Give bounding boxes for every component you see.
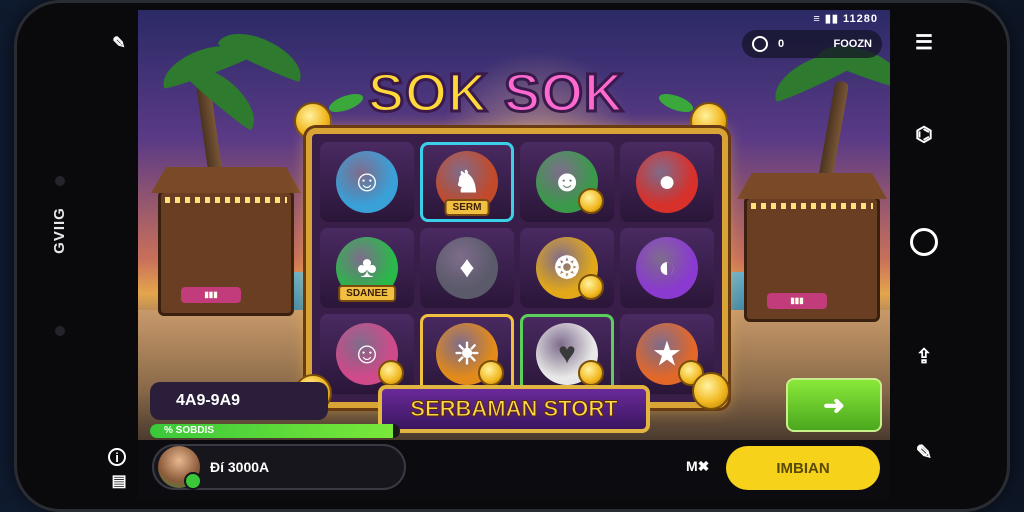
top-pill[interactable]: 0 FOOZN (742, 30, 882, 58)
reel-cell: ♣ SDANEE (320, 228, 414, 308)
reel-cell: ❂ (520, 228, 614, 308)
bezel-brand: GVIIG (50, 207, 68, 254)
list-icon[interactable]: ▤ (108, 470, 130, 492)
coin-icon (578, 188, 604, 214)
reel-symbol: ◐ (636, 237, 698, 299)
edit-icon[interactable]: ✎ (910, 438, 938, 466)
clock: 11280 (843, 13, 878, 25)
upload-icon[interactable]: ⇪ (910, 342, 938, 370)
title-right: SOK (503, 62, 625, 125)
sensor-dot (55, 326, 65, 336)
hut-sign: ▮▮▮ (181, 287, 241, 303)
camera-dot (55, 176, 65, 186)
player-card[interactable]: Ðí 3000A (152, 444, 406, 490)
reel-cell: ☀ (420, 314, 514, 394)
signal-icon: ≡ ▮▮ (813, 13, 839, 25)
menu-icon[interactable]: ☰ (910, 28, 938, 56)
reel-cell: ● (620, 142, 714, 222)
avatar[interactable] (158, 446, 202, 490)
bottom-label: M✖ (686, 458, 710, 474)
bottom-bar: Ðí 3000A M✖ IMBIAN (138, 440, 890, 500)
coin-icon (378, 360, 404, 386)
coin-icon (478, 360, 504, 386)
reel-cell: ♞ SERM (420, 142, 514, 222)
status-bar: ≡ ▮▮ 11280 (813, 12, 878, 25)
coin-decoration (692, 372, 730, 410)
reel-cell: ☻ (520, 142, 614, 222)
player-name: Ðí 3000A (210, 459, 270, 475)
right-toolbar: ☰ ⌬ ⇪ ✎ (900, 20, 950, 500)
pill-label: FOOZN (833, 38, 873, 50)
reel-symbol: ● (636, 151, 698, 213)
record-icon[interactable] (910, 228, 938, 256)
balance-display: 4A9-9A9 (150, 382, 328, 420)
coin-icon (578, 360, 604, 386)
level-badge (184, 472, 202, 490)
screenshot-icon[interactable]: ⌬ (910, 120, 938, 148)
reel-grid: ☺ ♞ SERM ☻ ● ♣ SDANEE ♦ ❂ ◐ ☺ ☀ ♥ ★ (320, 142, 714, 394)
coin-icon (578, 274, 604, 300)
reel-symbol: ♦ (436, 237, 498, 299)
hut-sign: ▮▮▮ (767, 293, 827, 309)
beach-hut-left: ▮▮▮ (151, 167, 301, 316)
reel-cell: ◐ (620, 228, 714, 308)
info-icon[interactable]: i (108, 448, 126, 466)
beach-hut-right: ▮▮▮ (737, 173, 887, 322)
symbol-label: SDANEE (338, 285, 396, 302)
go-button[interactable]: ➜ (786, 378, 882, 432)
pill-count: 0 (778, 38, 785, 50)
reel-frame: ☺ ♞ SERM ☻ ● ♣ SDANEE ♦ ❂ ◐ ☺ ☀ ♥ ★ (306, 128, 728, 408)
leaf-decoration (656, 90, 696, 116)
reel-cell: ☺ (320, 314, 414, 394)
action-button[interactable]: IMBIAN (726, 446, 880, 490)
xp-fill: % SOBDIS (150, 424, 393, 438)
game-title: SOK SOK (366, 62, 625, 125)
pencil-icon[interactable]: ✎ (108, 32, 130, 54)
leaf-decoration (326, 90, 366, 116)
xp-bar: % SOBDIS (150, 424, 400, 438)
start-button[interactable]: SERBAMAN STORT (378, 385, 650, 433)
reel-cell: ♦ (420, 228, 514, 308)
symbol-label: SERM (444, 199, 490, 216)
reel-cell: ☺ (320, 142, 414, 222)
settings-icon[interactable] (752, 36, 768, 52)
title-left: SOK (366, 62, 489, 125)
game-screen: ▮▮▮ ▮▮▮ ≡ ▮▮ 11280 0 FOOZN SOK SOK ☺ ♞ SERM… (138, 10, 890, 440)
reel-symbol: ☺ (336, 151, 398, 213)
reel-cell: ♥ (520, 314, 614, 394)
